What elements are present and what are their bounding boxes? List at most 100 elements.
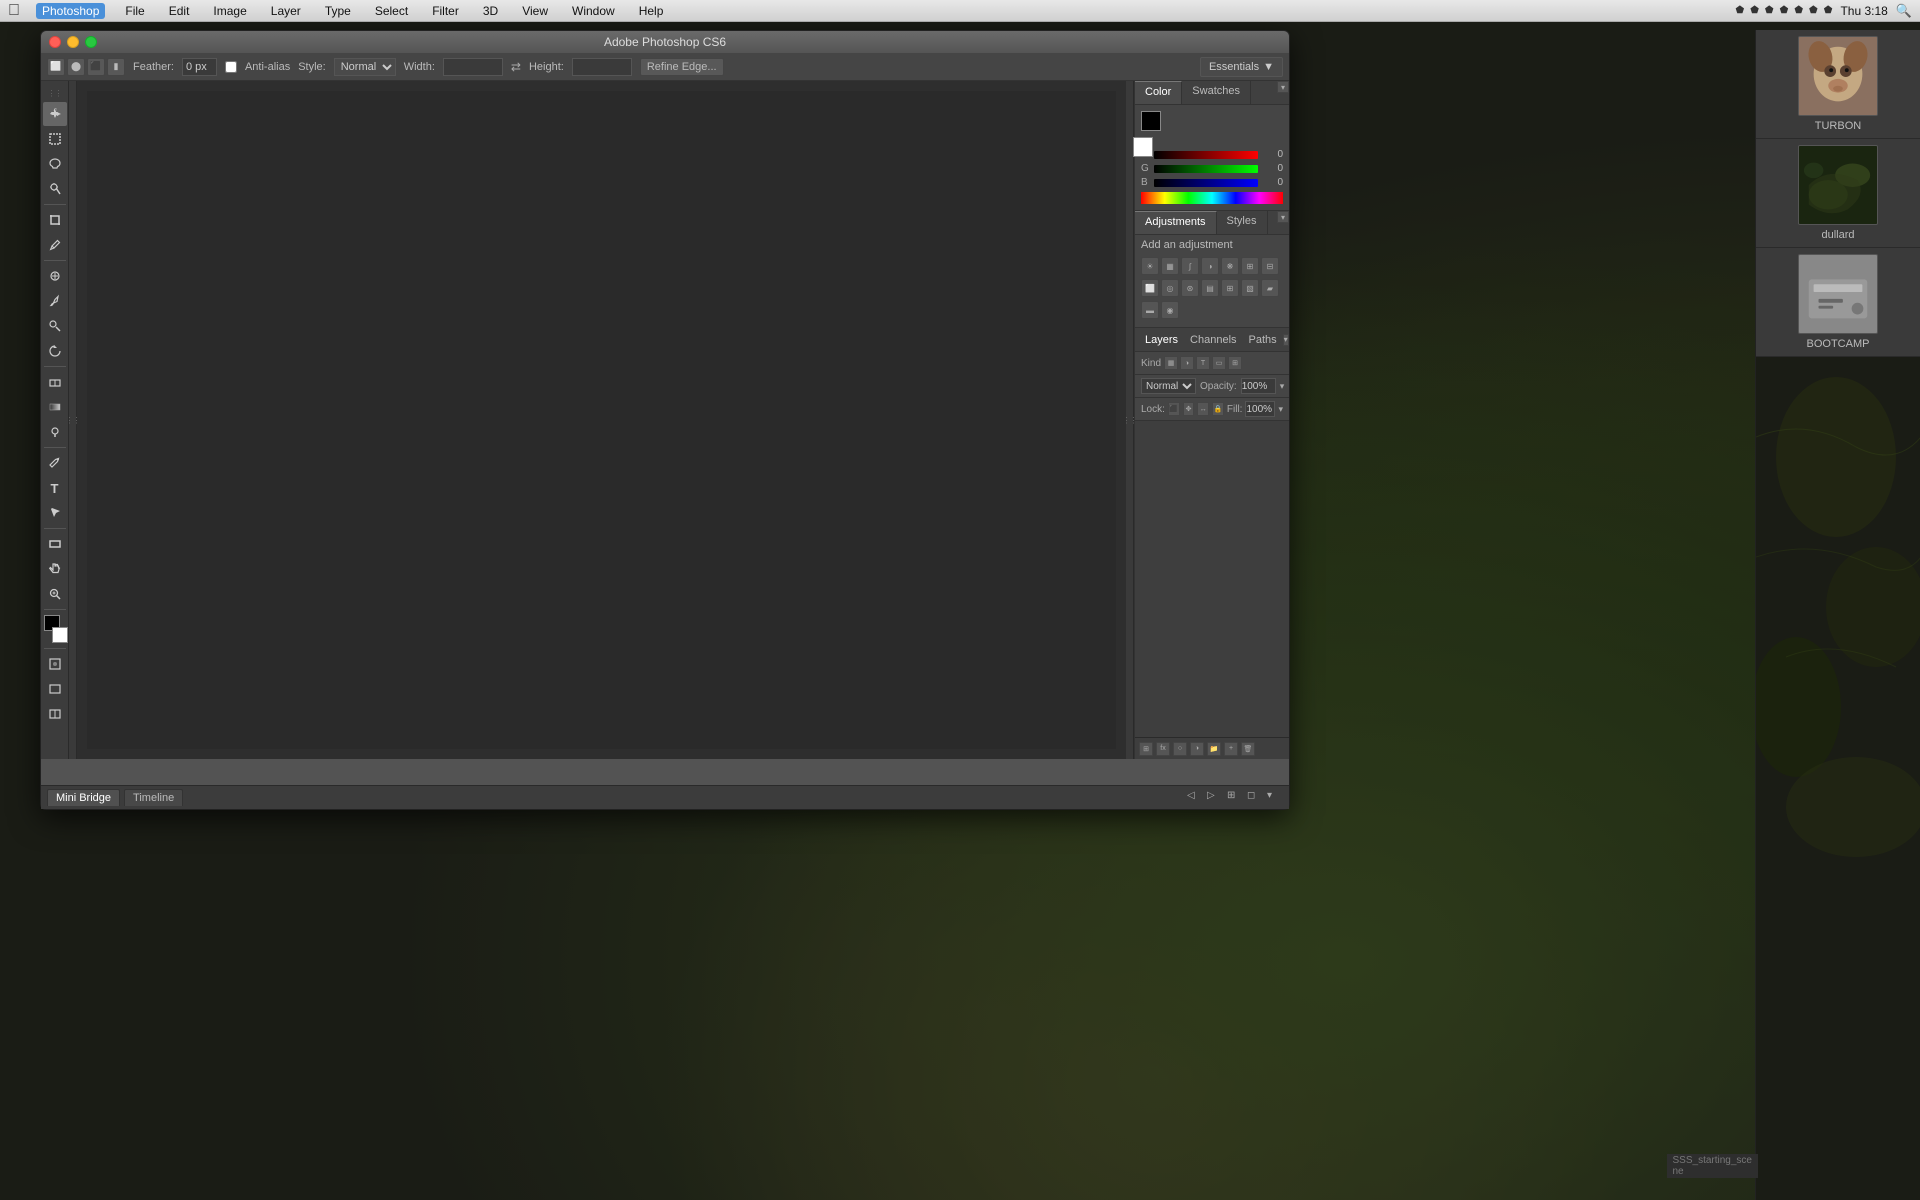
adj-gradient-map[interactable]: ▬ [1141, 301, 1159, 319]
adj-selective-color[interactable]: ◉ [1161, 301, 1179, 319]
close-button[interactable] [49, 36, 61, 48]
height-input[interactable] [572, 58, 632, 76]
anti-alias-checkbox[interactable] [225, 61, 237, 73]
adj-levels[interactable]: ▦ [1161, 257, 1179, 275]
tab-channels[interactable]: Channels [1184, 330, 1242, 350]
marquee-ellipse-opt[interactable]: ⬤ [67, 58, 85, 76]
tool-lasso[interactable] [43, 152, 67, 176]
right-panel-grip[interactable]: ⋮⋮ [1126, 81, 1134, 759]
lock-move[interactable]: ↔ [1197, 402, 1209, 416]
adj-colorbalance[interactable]: ⊟ [1261, 257, 1279, 275]
layer-delete[interactable]: 🗑 [1241, 742, 1255, 756]
tool-clone[interactable] [43, 314, 67, 338]
tool-eraser[interactable] [43, 370, 67, 394]
adj-vibrance[interactable]: ❋ [1221, 257, 1239, 275]
marquee-col-opt[interactable]: ▮ [107, 58, 125, 76]
lock-all[interactable]: 🔒 [1212, 402, 1224, 416]
kind-adjustment[interactable]: ◑ [1180, 356, 1194, 370]
adj-bw[interactable]: ⬜ [1141, 279, 1159, 297]
turbon-thumbnail[interactable] [1798, 36, 1878, 116]
menu-layer[interactable]: Layer [267, 4, 305, 18]
tool-zoom[interactable] [43, 582, 67, 606]
minimize-button[interactable] [67, 36, 79, 48]
tab-layers[interactable]: Layers [1139, 330, 1184, 350]
menu-photoshop[interactable]: Photoshop [36, 3, 105, 19]
tool-quick-mask[interactable] [43, 652, 67, 676]
left-panel-grip[interactable]: ⋮⋮ [69, 81, 77, 759]
tool-healing[interactable] [43, 264, 67, 288]
adj-curves[interactable]: ∫ [1181, 257, 1199, 275]
bg-chip[interactable] [1133, 137, 1153, 157]
opacity-dropdown-icon[interactable]: ▾ [1280, 381, 1285, 392]
color-panel-collapse[interactable]: ▾ [1277, 81, 1289, 93]
layers-panel-collapse[interactable]: ▾ [1283, 334, 1289, 346]
adj-exposure[interactable]: ◑ [1201, 257, 1219, 275]
tab-color[interactable]: Color [1135, 81, 1182, 104]
tool-pen[interactable] [43, 451, 67, 475]
tool-eyedropper[interactable] [43, 233, 67, 257]
menu-view[interactable]: View [518, 4, 552, 18]
bottom-icon-1[interactable]: ◁ [1187, 790, 1203, 806]
adj-posterize[interactable]: ▧ [1241, 279, 1259, 297]
width-input[interactable] [443, 58, 503, 76]
g-slider[interactable] [1154, 165, 1258, 173]
tool-rect-shape[interactable] [43, 532, 67, 556]
menu-edit[interactable]: Edit [165, 4, 194, 18]
tab-adjustments[interactable]: Adjustments [1135, 211, 1217, 234]
menu-type[interactable]: Type [321, 4, 355, 18]
tool-marquee-rect[interactable] [43, 127, 67, 151]
tool-move[interactable] [43, 102, 67, 126]
bootcamp-thumbnail[interactable] [1798, 254, 1878, 334]
bottom-icon-4[interactable]: ◻ [1247, 790, 1263, 806]
marquee-rect-opt[interactable]: ⬜ [47, 58, 65, 76]
tool-screen-mode[interactable] [43, 677, 67, 701]
tool-crop[interactable] [43, 208, 67, 232]
essentials-button[interactable]: Essentials ▼ [1200, 57, 1283, 77]
tool-dodge[interactable] [43, 420, 67, 444]
tool-type[interactable]: T [43, 476, 67, 500]
menu-image[interactable]: Image [209, 4, 250, 18]
maximize-button[interactable] [85, 36, 97, 48]
layer-mask[interactable]: ○ [1173, 742, 1187, 756]
marquee-row-opt[interactable]: ⬛ [87, 58, 105, 76]
tab-paths[interactable]: Paths [1243, 330, 1283, 350]
blend-mode-select[interactable]: Normal [1141, 378, 1196, 394]
adj-invert[interactable]: ⊞ [1221, 279, 1239, 297]
style-select[interactable]: Normal [334, 58, 396, 76]
bottom-icon-5[interactable]: ▾ [1267, 790, 1283, 806]
menu-select[interactable]: Select [371, 4, 412, 18]
tab-timeline[interactable]: Timeline [124, 789, 183, 806]
layer-new[interactable]: + [1224, 742, 1238, 756]
feather-input[interactable] [182, 58, 217, 76]
tab-styles[interactable]: Styles [1217, 211, 1268, 234]
adj-color-lookup[interactable]: ▤ [1201, 279, 1219, 297]
b-slider[interactable] [1154, 179, 1258, 187]
layer-adjustment[interactable]: ◑ [1190, 742, 1204, 756]
menu-file[interactable]: File [121, 4, 148, 18]
adj-channel-mixer[interactable]: ⊛ [1181, 279, 1199, 297]
background-color[interactable] [52, 627, 68, 643]
tab-mini-bridge[interactable]: Mini Bridge [47, 789, 120, 806]
adj-hsl[interactable]: ⊞ [1241, 257, 1259, 275]
color-swatch-picker[interactable] [1141, 111, 1173, 143]
tool-path-select[interactable] [43, 501, 67, 525]
bottom-icon-2[interactable]: ▷ [1207, 790, 1223, 806]
apple-menu[interactable]:  [8, 2, 20, 20]
layer-group[interactable]: 📁 [1207, 742, 1221, 756]
tool-history-brush[interactable] [43, 339, 67, 363]
swap-icon[interactable]: ⇄ [511, 60, 521, 74]
tool-brush[interactable] [43, 289, 67, 313]
menu-filter[interactable]: Filter [428, 4, 463, 18]
tool-hand[interactable] [43, 557, 67, 581]
tool-gradient[interactable] [43, 395, 67, 419]
tool-extra[interactable] [43, 702, 67, 726]
bottom-icon-3[interactable]: ⊞ [1227, 790, 1243, 806]
menu-3d[interactable]: 3D [479, 4, 502, 18]
kind-type[interactable]: T [1196, 356, 1210, 370]
kind-shape[interactable]: ▭ [1212, 356, 1226, 370]
tool-magic-wand[interactable] [43, 177, 67, 201]
fill-dropdown-icon[interactable]: ▾ [1278, 404, 1283, 415]
adj-photo-filter[interactable]: ◎ [1161, 279, 1179, 297]
adj-threshold[interactable]: ▰ [1261, 279, 1279, 297]
lock-position[interactable]: ✥ [1183, 402, 1195, 416]
